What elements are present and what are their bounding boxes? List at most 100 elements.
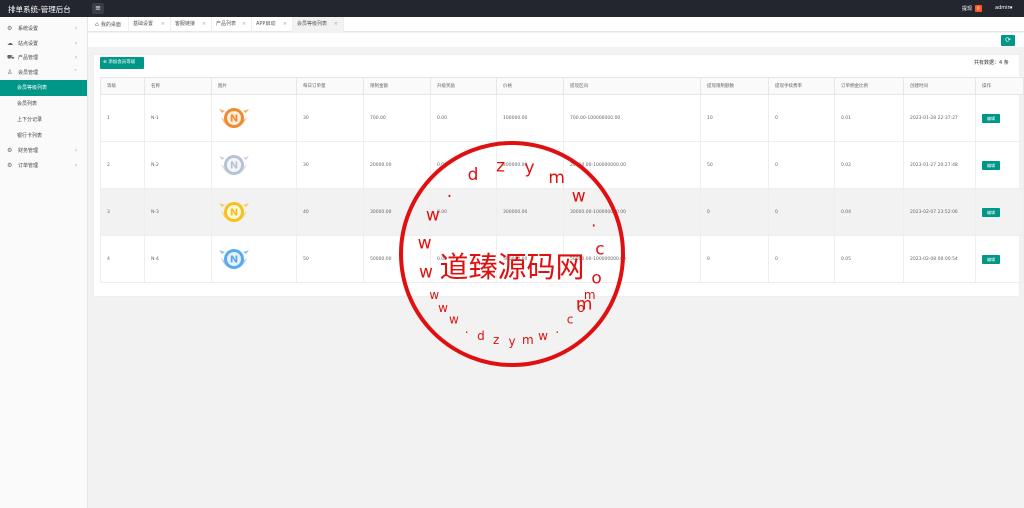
action-cell: 编辑 — [975, 235, 1024, 283]
tab-basic-settings[interactable]: 基础设置 × — [129, 17, 171, 32]
sidebar-subitem-points-log[interactable]: 上下分记录 — [0, 112, 87, 128]
sidebar-item-member[interactable]: ♙ 会员管理 ˅ — [0, 66, 87, 81]
svg-text:N: N — [230, 208, 238, 219]
gear-icon: ⚙ — [7, 161, 13, 169]
cell-created: 2023-02-07 23:52:06 — [903, 188, 976, 236]
cell-daily: 30 — [296, 94, 364, 142]
table-row: 2 N-2 N 30 20000.00 0.00 200000.00 20000.00-100… — [100, 141, 1024, 189]
cell-limit: 700.00 — [363, 94, 431, 142]
chevron-left-icon: ‹ — [74, 39, 77, 47]
close-icon[interactable]: × — [334, 17, 338, 32]
cell-fee: 0 — [768, 188, 835, 236]
edit-button[interactable]: 编辑 — [982, 113, 1000, 123]
close-icon[interactable]: × — [242, 17, 246, 32]
sidebar-item-product[interactable]: ⛟ 产品管理 ‹ — [0, 51, 87, 66]
col-header: 提现手续费率 — [768, 77, 835, 95]
withdraw-count-badge: 0 — [975, 5, 982, 12]
cell-level: 2 — [100, 141, 145, 189]
home-icon: ⌂ — [95, 21, 99, 28]
withdraw-link[interactable]: 提现 — [962, 5, 972, 12]
add-level-button[interactable]: ⊕ 添加会员等级 — [100, 57, 144, 69]
sidebar-item-system[interactable]: ⚙ 系统设置 ‹ — [0, 22, 87, 37]
cell-created: 2023-01-28 22:37:27 — [903, 94, 976, 142]
cell-commission: 0.04 — [834, 188, 904, 236]
table-row: 4 N-4 N 50 50000.00 0.00 500000.00 50000.00-100… — [100, 235, 1024, 283]
edit-button[interactable]: 编辑 — [982, 207, 1000, 217]
sidebar: ⚙ 系统设置 ‹ ☁ 站点设置 ‹ ⛟ 产品管理 ‹ ♙ 会员管理 ˅ 会员等级… — [0, 17, 88, 508]
level-badge-cell: N — [211, 94, 297, 142]
col-header: 升级奖励 — [430, 77, 497, 95]
cell-range: 50000.00-100000000.00 — [563, 235, 701, 283]
cell-fee: 0 — [768, 94, 835, 142]
cell-created: 2023-02-08 00:00:54 — [903, 235, 976, 283]
sidebar-item-label: 财务管理 — [18, 148, 39, 154]
stamp-char: w — [438, 301, 448, 315]
sidebar-item-site[interactable]: ☁ 站点设置 ‹ — [0, 37, 87, 52]
chevron-left-icon: ‹ — [74, 161, 77, 169]
cell-commission: 0.02 — [834, 141, 904, 189]
close-icon[interactable]: × — [202, 17, 206, 32]
svg-text:N: N — [230, 161, 238, 172]
sidebar-item-orders[interactable]: ⚙ 订单管理 ‹ — [0, 159, 87, 174]
cell-wd-limit: 0 — [700, 188, 769, 236]
tab-app-launch[interactable]: APP启动 × — [252, 17, 293, 32]
edit-button[interactable]: 编辑 — [982, 160, 1000, 170]
col-header: 图片 — [211, 77, 297, 95]
col-header: 名称 — [144, 77, 212, 95]
level-badge-icon: N — [219, 108, 249, 128]
user-menu[interactable]: admin — [995, 5, 1011, 11]
cell-fee: 0 — [768, 141, 835, 189]
cell-commission: 0.05 — [834, 235, 904, 283]
cell-reward: 0.00 — [430, 235, 497, 283]
cell-limit: 50000.00 — [363, 235, 431, 283]
action-cell: 编辑 — [975, 188, 1024, 236]
tab-desktop[interactable]: ⌂ 我的桌面 — [91, 17, 129, 32]
tab-label: 我的桌面 — [100, 22, 121, 28]
cell-range: 700.00-100000000.00 — [563, 94, 701, 142]
chevron-down-icon: ˅ — [74, 68, 77, 76]
page-toolbar — [88, 33, 1024, 47]
cell-commission: 0.01 — [834, 94, 904, 142]
sidebar-item-label: 会员管理 — [18, 69, 39, 76]
refresh-button[interactable]: ⟳ — [1001, 35, 1015, 46]
cell-daily: 30 — [296, 141, 364, 189]
close-icon[interactable]: × — [161, 17, 165, 32]
sidebar-item-label: 站点设置 — [18, 40, 39, 47]
table-header-row: 等级 名称 图片 每日订单量 限制金额 升级奖励 价格 提现区间 提现限制额数 … — [100, 77, 1024, 95]
sidebar-subitem-member-levels[interactable]: 会员等级列表 — [0, 80, 87, 96]
sidebar-item-finance[interactable]: ⚙ 财务管理 ‹ — [0, 144, 87, 159]
cell-name: N-3 — [144, 188, 212, 236]
sidebar-subitem-member-list[interactable]: 会员列表 — [0, 96, 87, 112]
action-cell: 编辑 — [975, 94, 1024, 142]
edit-button[interactable]: 编辑 — [982, 254, 1000, 264]
cart-icon: ⛟ — [7, 54, 15, 61]
svg-text:N: N — [230, 114, 238, 125]
sidebar-subitem-bank-cards[interactable]: 银行卡列表 — [0, 128, 87, 144]
sidebar-item-label: 系统设置 — [18, 26, 39, 32]
gear-icon: ⚙ — [7, 25, 13, 32]
cell-range: 30000.00-100000000.00 — [563, 188, 701, 236]
stamp-char: w — [538, 329, 548, 343]
cell-reward: 0.00 — [430, 141, 497, 189]
tab-member-levels[interactable]: 会员等级列表 × — [293, 17, 344, 32]
cell-level: 3 — [100, 188, 145, 236]
cell-price: 300000.00 — [496, 188, 564, 236]
tab-product-list[interactable]: 产品列表 × — [212, 17, 252, 32]
table-row: 1 N-1 N 30 700.00 0.00 100000.00 700.00-1000000… — [100, 94, 1024, 142]
cell-name: N-2 — [144, 141, 212, 189]
menu-toggle-button[interactable]: ≡ — [92, 3, 104, 14]
cell-level: 4 — [100, 235, 145, 283]
cell-fee: 0 — [768, 235, 835, 283]
stamp-char: . — [555, 322, 559, 336]
sidebar-item-label: 订单管理 — [18, 162, 39, 169]
cell-limit: 30000.00 — [363, 188, 431, 236]
chevron-down-icon[interactable]: ▾ — [1010, 5, 1013, 11]
cell-price: 200000.00 — [496, 141, 564, 189]
cell-wd-limit: 10 — [700, 94, 769, 142]
close-icon[interactable]: × — [283, 17, 287, 32]
stamp-char: c — [567, 313, 574, 327]
tab-label: APP启动 — [256, 21, 276, 27]
tab-service-link[interactable]: 客服链接 × — [171, 17, 212, 32]
level-badge-cell: N — [211, 235, 297, 283]
cell-price: 500000.00 — [496, 235, 564, 283]
